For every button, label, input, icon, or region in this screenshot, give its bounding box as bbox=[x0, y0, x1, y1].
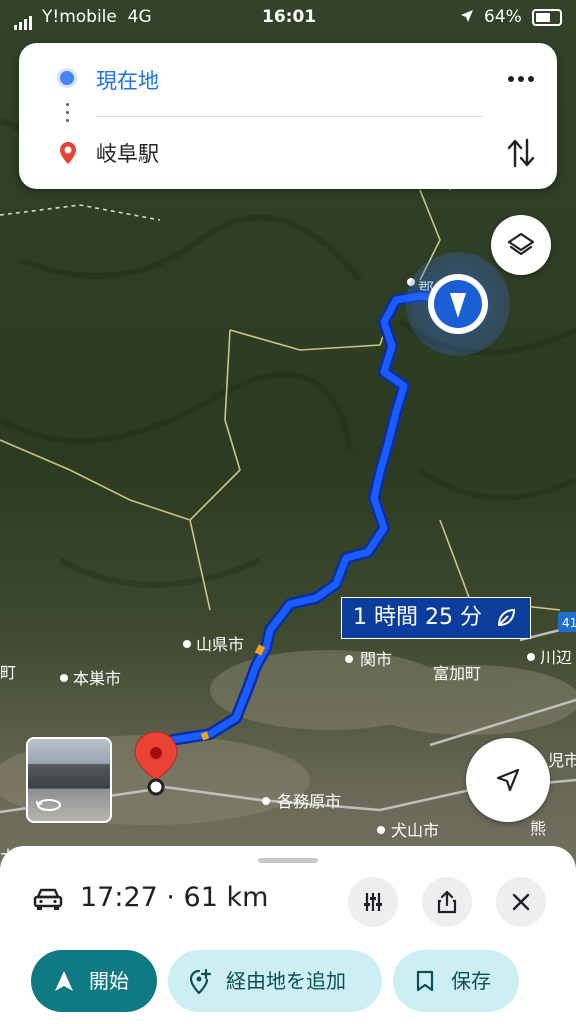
place-label-kuma: 熊 bbox=[530, 819, 546, 838]
location-services-icon bbox=[461, 10, 473, 22]
place-label-cho: 町 bbox=[0, 663, 16, 682]
place-label-kani: 児市 bbox=[548, 751, 576, 770]
place-label-motosu: 本巣市 bbox=[73, 669, 121, 688]
carrier-label: Y!mobile 4G bbox=[42, 7, 152, 27]
place-label-kakamigahara: 各務原市 bbox=[277, 792, 341, 811]
share-icon bbox=[437, 890, 457, 914]
tune-icon bbox=[364, 893, 382, 911]
divider bbox=[96, 116, 484, 117]
share-button[interactable] bbox=[422, 877, 472, 927]
eta-distance-summary: 17:27 · 61 km bbox=[80, 882, 269, 913]
start-label: 開始 bbox=[89, 969, 129, 993]
place-label-inuyama: 犬山市 bbox=[391, 821, 439, 840]
more-options-icon[interactable] bbox=[505, 65, 537, 93]
route-duration-text: 1 時間 25 分 bbox=[353, 605, 482, 630]
swap-vertical-icon[interactable] bbox=[505, 136, 537, 170]
leaf-icon bbox=[497, 608, 515, 627]
start-navigation-button[interactable]: 開始 bbox=[31, 950, 157, 1012]
recenter-button[interactable] bbox=[466, 738, 550, 822]
close-icon bbox=[512, 893, 530, 911]
status-bar: Y!mobile 4G 16:01 64% bbox=[0, 0, 576, 34]
bookmark-icon bbox=[416, 970, 434, 992]
bottom-sheet[interactable]: 17:27 · 61 km 開始 経由地を追加 保存 bbox=[0, 846, 576, 1024]
place-label-seki: 関市 bbox=[360, 650, 392, 669]
car-icon bbox=[33, 888, 63, 910]
add-location-icon bbox=[189, 969, 212, 995]
battery-percent: 64% bbox=[484, 7, 522, 27]
signal-strength-icon bbox=[14, 10, 34, 30]
destination-row[interactable]: 岐阜駅 bbox=[19, 129, 557, 179]
add-waypoint-button[interactable]: 経由地を追加 bbox=[168, 950, 382, 1012]
destination-field[interactable]: 岐阜駅 bbox=[96, 138, 159, 168]
save-route-button[interactable]: 保存 bbox=[393, 950, 519, 1012]
current-location-marker bbox=[406, 252, 510, 356]
save-label: 保存 bbox=[451, 969, 491, 993]
layers-button[interactable] bbox=[491, 215, 551, 275]
place-label-yamagata: 山県市 bbox=[196, 635, 244, 654]
navigation-arrow-icon bbox=[496, 768, 520, 792]
street-view-thumbnail[interactable] bbox=[26, 737, 112, 823]
route-duration-label[interactable]: 1 時間 25 分 bbox=[341, 597, 531, 639]
origin-dot-icon bbox=[60, 71, 74, 85]
place-label-tomika: 富加町 bbox=[433, 664, 481, 683]
close-button[interactable] bbox=[496, 877, 546, 927]
destination-pin-icon bbox=[60, 142, 76, 164]
navigation-icon bbox=[55, 971, 73, 991]
battery-icon bbox=[532, 9, 562, 26]
origin-field[interactable]: 現在地 bbox=[96, 65, 159, 95]
origin-row[interactable]: 現在地 bbox=[19, 56, 557, 106]
directions-card: 現在地 岐阜駅 bbox=[19, 43, 557, 189]
add-waypoint-label: 経由地を追加 bbox=[226, 969, 346, 993]
route-options-button[interactable] bbox=[348, 877, 398, 927]
rotate-360-icon bbox=[36, 799, 61, 811]
layers-icon bbox=[507, 232, 535, 256]
drag-handle[interactable] bbox=[258, 858, 318, 863]
place-label-kawabe: 川辺 bbox=[540, 648, 572, 667]
route-connector bbox=[66, 103, 69, 127]
clock: 16:01 bbox=[262, 7, 317, 27]
road-number-badge: 41 bbox=[562, 616, 576, 630]
